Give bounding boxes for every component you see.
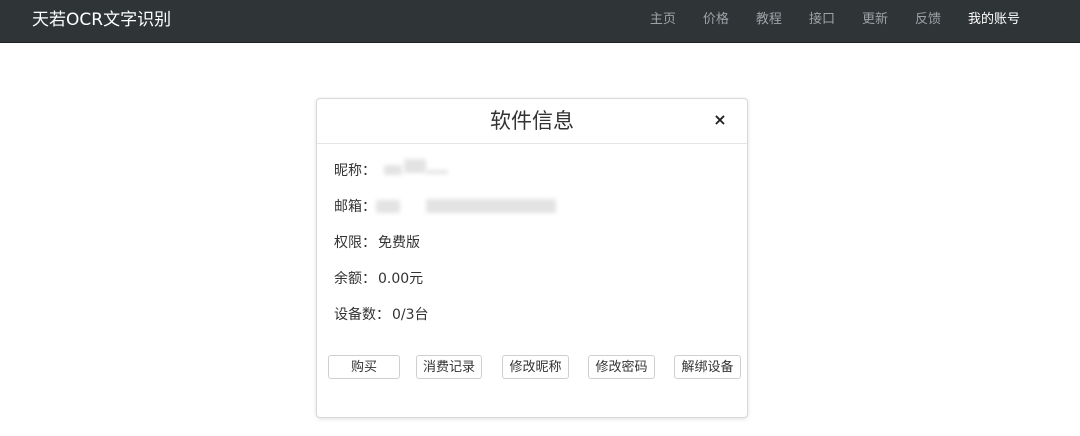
nav-feedback[interactable]: 反馈 [915, 0, 941, 40]
nav-api[interactable]: 接口 [809, 0, 835, 40]
balance-value: 0.00元 [378, 271, 424, 287]
nickname-redacted [384, 165, 402, 175]
buy-button[interactable]: 购买 [328, 355, 400, 379]
permission-row: 权限： 免费版 [334, 233, 420, 253]
email-redacted [426, 199, 556, 213]
nickname-label: 昵称： [334, 163, 376, 179]
nav-my-account[interactable]: 我的账号 [968, 0, 1020, 40]
devices-label: 设备数： [334, 307, 390, 323]
nav-links: 主页 价格 教程 接口 更新 反馈 我的账号 [623, 0, 1020, 40]
nav-tutorial[interactable]: 教程 [756, 0, 782, 40]
nav-updates[interactable]: 更新 [862, 0, 888, 40]
purchase-history-button[interactable]: 消费记录 [416, 355, 482, 379]
edit-password-button[interactable]: 修改密码 [588, 355, 655, 379]
nickname-redacted [404, 159, 426, 173]
devices-value: 0/3台 [392, 307, 429, 323]
email-row: 邮箱： [334, 197, 556, 217]
permission-label: 权限： [334, 235, 376, 251]
nav-home[interactable]: 主页 [650, 0, 676, 40]
balance-row: 余额： 0.00元 [334, 269, 423, 289]
software-info-dialog: 软件信息 × 昵称： 邮箱： 权限： 免费版 余额： 0.00元 设备数： 0/3台 … [316, 98, 748, 418]
app-brand[interactable]: 天若OCR文字识别 [32, 0, 171, 40]
top-navbar: 天若OCR文字识别 主页 价格 教程 接口 更新 反馈 我的账号 [0, 0, 1080, 43]
dialog-header: 软件信息 × [317, 99, 747, 144]
balance-label: 余额： [334, 271, 376, 287]
email-redacted [376, 200, 400, 213]
dialog-title: 软件信息 [490, 109, 574, 133]
close-icon[interactable]: × [711, 111, 729, 129]
email-label: 邮箱： [334, 199, 376, 215]
devices-row: 设备数： 0/3台 [334, 305, 429, 325]
nav-pricing[interactable]: 价格 [703, 0, 729, 40]
nickname-redacted [426, 170, 448, 174]
permission-value: 免费版 [378, 235, 420, 251]
unbind-device-button[interactable]: 解绑设备 [674, 355, 741, 379]
edit-nickname-button[interactable]: 修改昵称 [502, 355, 569, 379]
nickname-row: 昵称： [334, 159, 448, 181]
